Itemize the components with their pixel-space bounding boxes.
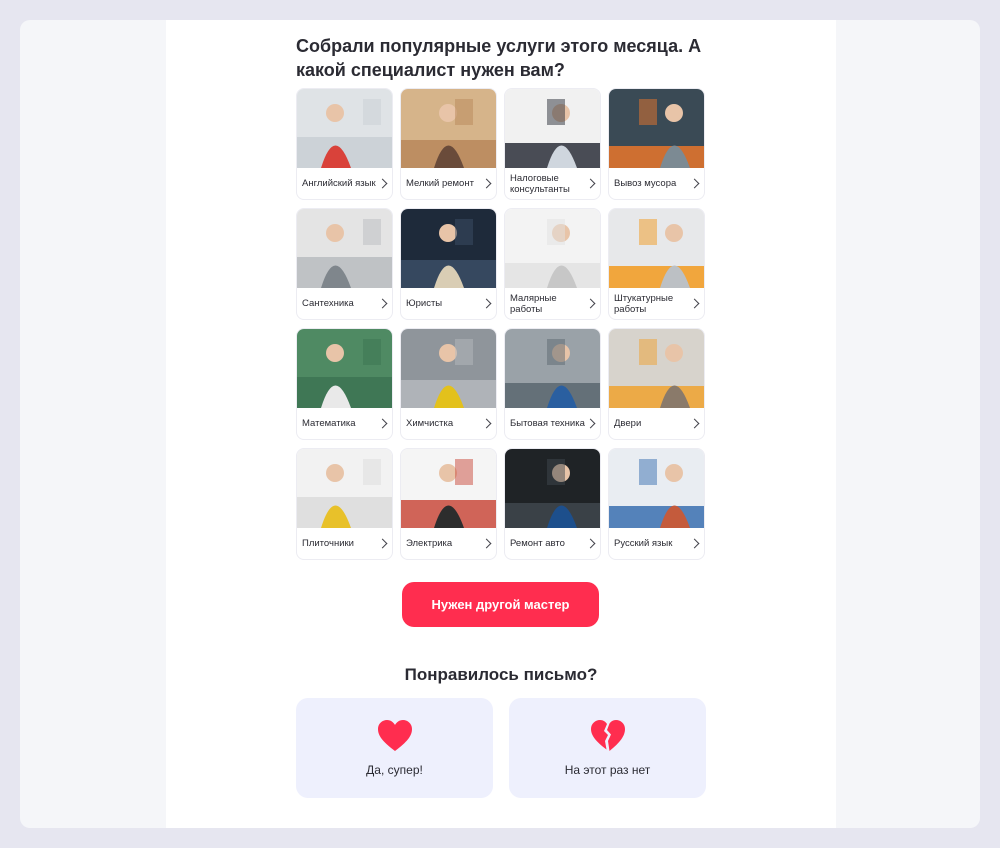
service-caption: Плиточники [297,528,392,559]
blackboard-photo [297,329,392,408]
service-label: Плиточники [302,538,354,549]
email-frame: Собрали популярные услуги этого месяца. … [20,20,980,828]
tiling-photo [297,449,392,528]
service-label: Юристы [406,298,443,309]
service-caption: Сантехника [297,288,392,319]
service-caption: Бытовая техника [505,408,600,439]
service-card[interactable]: Электрика [400,448,497,560]
chevron-right-icon [585,178,596,188]
headline: Собрали популярные услуги этого месяца. … [296,36,702,80]
plasterer-photo [609,209,704,288]
other-master-button[interactable]: Нужен другой мастер [402,582,599,627]
service-card[interactable]: Математика [296,328,393,440]
service-label: Малярные работы [510,292,557,315]
service-card[interactable]: Штукатурные работы [608,208,705,320]
chevron-right-icon [585,298,596,308]
service-label: Математика [302,418,356,429]
chevron-right-icon [377,298,388,308]
chevron-right-icon [377,418,388,428]
chevron-right-icon [481,178,492,188]
car-repair-photo [505,449,600,528]
feedback-no-label: На этот раз нет [564,763,651,777]
painter-photo [505,209,600,288]
service-label: Английский язык [302,178,376,189]
appliance-repair-photo [505,329,600,408]
chevron-right-icon [689,298,700,308]
service-label: Сантехника [302,298,354,309]
service-card[interactable]: Плиточники [296,448,393,560]
carpet-cleaning-photo [401,329,496,408]
woodwork-photo [401,89,496,168]
service-label: Химчистка [406,418,454,429]
service-caption: Химчистка [401,408,496,439]
service-label: Налоговые консультанты [510,172,570,195]
service-card[interactable]: Английский язык [296,88,393,200]
broken-heart-icon [590,720,625,751]
feedback-yes-button[interactable]: Да, супер! [296,698,493,798]
service-card[interactable]: Малярные работы [504,208,601,320]
chevron-right-icon [689,538,700,548]
feedback-question: Понравилось письмо? [404,665,598,684]
service-label: Штукатурные работы [614,292,674,315]
service-card[interactable]: Налоговые консультанты [504,88,601,200]
service-card[interactable]: Бытовая техника [504,328,601,440]
service-caption: Мелкий ремонт [401,168,496,199]
service-caption: Математика [297,408,392,439]
service-caption: Малярные работы [505,288,600,319]
office-meeting-photo [505,89,600,168]
service-label: Вывоз мусора [614,178,677,189]
service-card[interactable]: Химчистка [400,328,497,440]
heart-icon [377,720,412,751]
chevron-right-icon [689,418,700,428]
service-card[interactable]: Ремонт авто [504,448,601,560]
chevron-right-icon [585,418,596,428]
service-label: Двери [614,418,642,429]
tutoring-photo [609,449,704,528]
service-card[interactable]: Вывоз мусора [608,88,705,200]
service-card[interactable]: Двери [608,328,705,440]
chevron-right-icon [689,178,700,188]
service-caption: Электрика [401,528,496,559]
service-label: Русский язык [614,538,673,549]
chevron-right-icon [481,538,492,548]
plumbing-photo [297,209,392,288]
service-caption: Русский язык [609,528,704,559]
workers-photo [609,89,704,168]
service-caption: Двери [609,408,704,439]
door-install-photo [609,329,704,408]
email-body: Собрали популярные услуги этого месяца. … [166,20,836,828]
electrician-photo [401,449,496,528]
classroom-photo [297,89,392,168]
service-caption: Вывоз мусора [609,168,704,199]
chevron-right-icon [585,538,596,548]
service-caption: Юристы [401,288,496,319]
chevron-right-icon [377,538,388,548]
service-label: Электрика [406,538,453,549]
chevron-right-icon [481,418,492,428]
service-card[interactable]: Юристы [400,208,497,320]
service-card[interactable]: Мелкий ремонт [400,88,497,200]
feedback-yes-label: Да, супер! [366,763,423,777]
chevron-right-icon [481,298,492,308]
services-grid: Английский язык Мелкий ремонт Налоговые ко… [296,88,706,560]
lawyer-photo [401,209,496,288]
service-label: Бытовая техника [510,418,585,429]
service-caption: Английский язык [297,168,392,199]
service-card[interactable]: Русский язык [608,448,705,560]
service-label: Ремонт авто [510,538,565,549]
service-caption: Штукатурные работы [609,288,704,319]
service-caption: Налоговые консультанты [505,168,600,199]
service-label: Мелкий ремонт [406,178,474,189]
service-card[interactable]: Сантехника [296,208,393,320]
feedback-no-button[interactable]: На этот раз нет [509,698,706,798]
chevron-right-icon [377,178,388,188]
service-caption: Ремонт авто [505,528,600,559]
